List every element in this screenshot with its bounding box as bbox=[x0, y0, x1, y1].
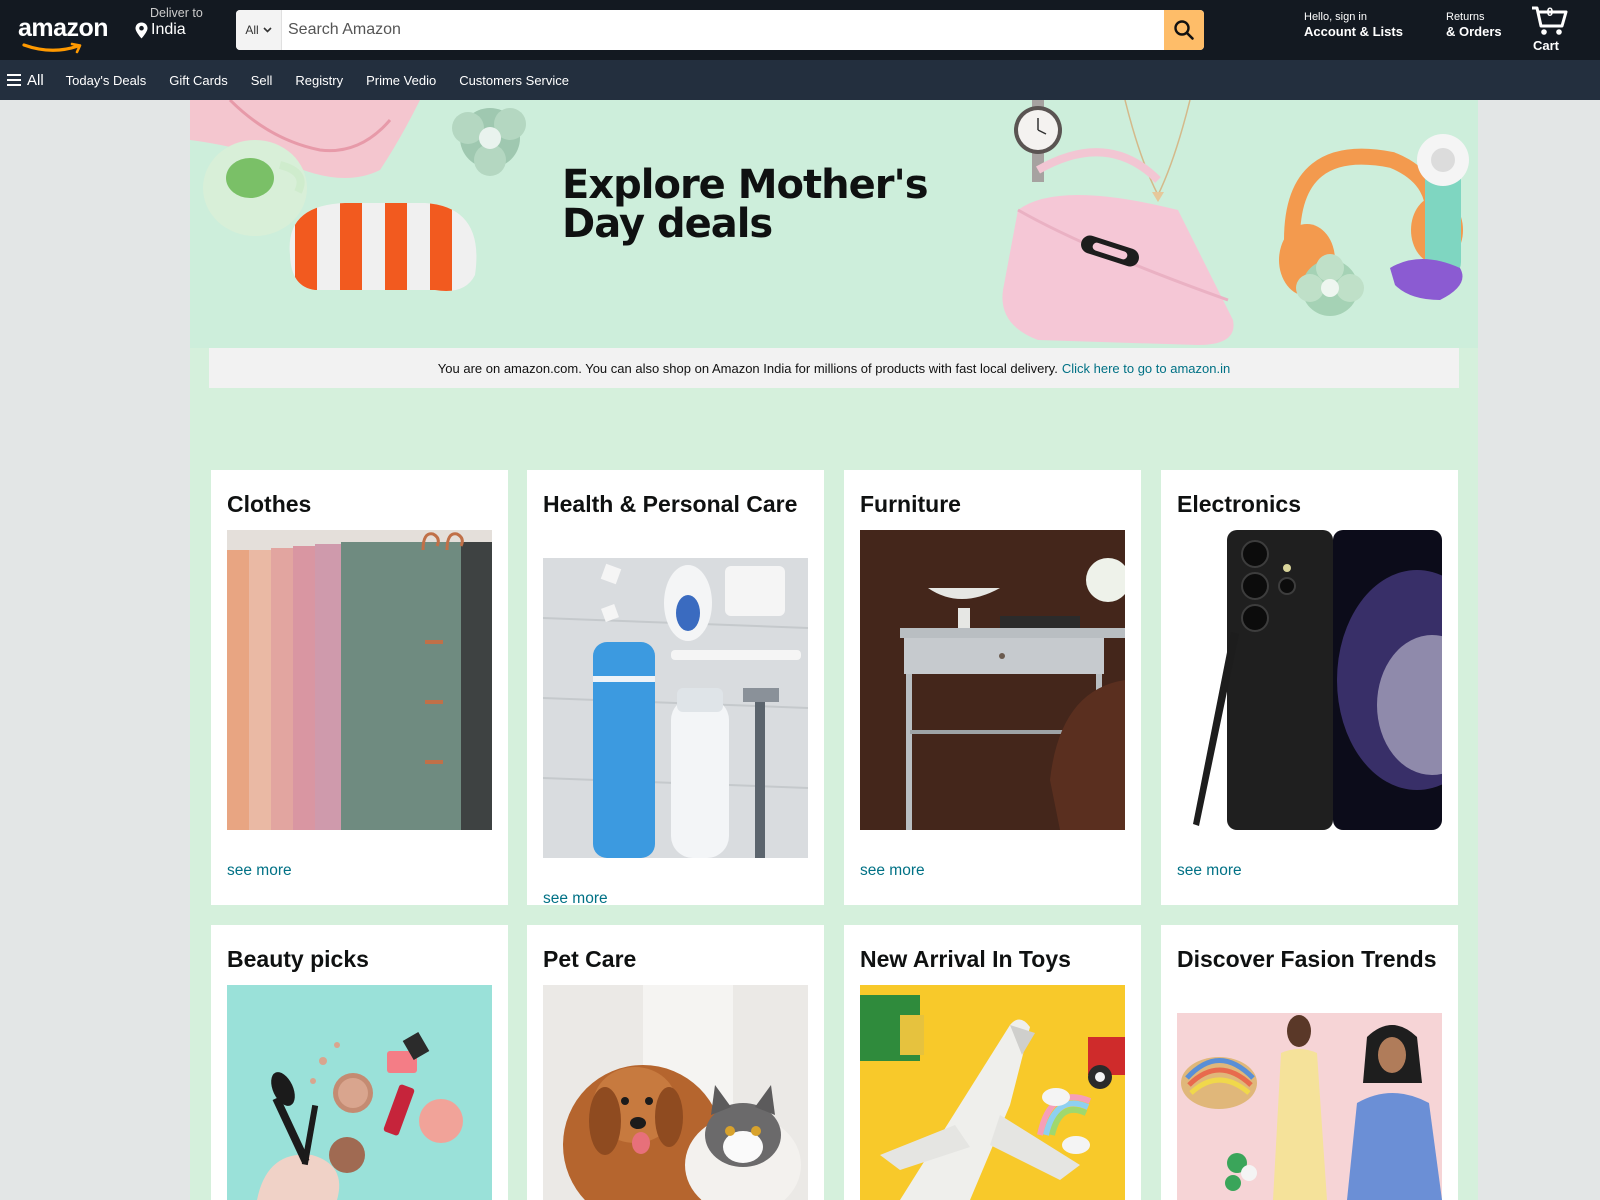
see-more-link[interactable]: see more bbox=[860, 862, 925, 880]
pet-care-image[interactable] bbox=[543, 985, 808, 1200]
search-category-label: All bbox=[245, 23, 259, 37]
search-bar: All bbox=[236, 10, 1204, 50]
returns-label: Returns bbox=[1446, 11, 1485, 23]
search-category-select[interactable]: All bbox=[236, 10, 282, 50]
all-menu-button[interactable]: All bbox=[7, 72, 44, 89]
nav-customer-service[interactable]: Customers Service bbox=[459, 73, 569, 88]
cart-button[interactable]: 0 Cart bbox=[1530, 4, 1580, 56]
nav-registry[interactable]: Registry bbox=[295, 73, 343, 88]
orders-label: & Orders bbox=[1446, 24, 1502, 39]
electronics-image[interactable] bbox=[1177, 530, 1442, 830]
deliver-location-text: India bbox=[151, 21, 186, 38]
see-more-link[interactable]: see more bbox=[543, 890, 608, 908]
clothes-image[interactable] bbox=[227, 530, 492, 830]
sub-nav: All Today's Deals Gift Cards Sell Regist… bbox=[0, 60, 1600, 100]
main-content: Explore Mother's Day deals You are on am… bbox=[190, 100, 1478, 1200]
category-card-electronics[interactable]: Electronics see more bbox=[1161, 470, 1458, 905]
card-title: Discover Fasion Trends bbox=[1177, 946, 1437, 972]
furniture-image[interactable] bbox=[860, 530, 1125, 830]
category-card-pet-care[interactable]: Pet Care bbox=[527, 925, 824, 1200]
nav-prime-video[interactable]: Prime Vedio bbox=[366, 73, 436, 88]
see-more-link[interactable]: see more bbox=[1177, 862, 1242, 880]
amazon-logo[interactable]: amazon bbox=[18, 14, 114, 54]
search-button[interactable] bbox=[1164, 10, 1204, 50]
chevron-down-icon bbox=[263, 27, 272, 33]
category-card-furniture[interactable]: Furniture see more bbox=[844, 470, 1141, 905]
account-lists[interactable]: Hello, sign in Account & Lists bbox=[1304, 10, 1414, 39]
category-card-health[interactable]: Health & Personal Care see more bbox=[527, 470, 824, 908]
account-label: Account & Lists bbox=[1304, 24, 1403, 39]
card-title: Electronics bbox=[1177, 491, 1301, 517]
nav-gift-cards[interactable]: Gift Cards bbox=[169, 73, 228, 88]
health-image[interactable] bbox=[543, 558, 808, 858]
card-title: Beauty picks bbox=[227, 946, 369, 972]
notice-link[interactable]: Click here to go to amazon.in bbox=[1062, 361, 1230, 376]
card-title: Clothes bbox=[227, 491, 312, 517]
category-card-clothes[interactable]: Clothes see more bbox=[211, 470, 508, 905]
account-greeting: Hello, sign in bbox=[1304, 11, 1367, 23]
hamburger-icon bbox=[7, 74, 21, 86]
card-title: Health & Personal Care bbox=[543, 491, 798, 517]
category-card-toys[interactable]: New Arrival In Toys bbox=[844, 925, 1141, 1200]
search-icon bbox=[1174, 20, 1194, 40]
deliver-to[interactable]: Deliver to India bbox=[135, 6, 215, 39]
hero-title-line2: Day deals bbox=[562, 201, 773, 247]
location-pin-icon bbox=[135, 22, 148, 38]
category-card-fashion[interactable]: Discover Fasion Trends bbox=[1161, 925, 1458, 1200]
notice-text: You are on amazon.com. You can also shop… bbox=[437, 360, 1058, 376]
see-more-link[interactable]: see more bbox=[227, 862, 292, 880]
deliver-label: Deliver to bbox=[150, 6, 203, 20]
card-title: Pet Care bbox=[543, 946, 637, 972]
top-nav: amazon Deliver to India All H bbox=[0, 0, 1600, 60]
beauty-image[interactable] bbox=[227, 985, 492, 1200]
returns-orders[interactable]: Returns & Orders bbox=[1446, 10, 1506, 39]
hero-banner[interactable]: Explore Mother's Day deals bbox=[190, 100, 1478, 348]
nav-todays-deals[interactable]: Today's Deals bbox=[66, 73, 147, 88]
logo-text: amazon bbox=[18, 14, 109, 42]
locale-notice: You are on amazon.com. You can also shop… bbox=[209, 348, 1459, 388]
card-title: New Arrival In Toys bbox=[860, 946, 1071, 972]
all-menu-label: All bbox=[27, 71, 44, 89]
deliver-location: India bbox=[135, 21, 215, 39]
toys-image[interactable] bbox=[860, 985, 1125, 1200]
fashion-image[interactable] bbox=[1177, 1013, 1442, 1200]
category-card-beauty[interactable]: Beauty picks bbox=[211, 925, 508, 1200]
logo-smile-icon bbox=[22, 42, 82, 54]
search-input[interactable] bbox=[282, 10, 1164, 50]
cart-label: Cart bbox=[1533, 38, 1560, 53]
hero-title: Explore Mother's Day deals bbox=[562, 165, 929, 247]
card-title: Furniture bbox=[860, 491, 961, 517]
nav-sell[interactable]: Sell bbox=[251, 73, 273, 88]
cart-count: 0 bbox=[1546, 5, 1554, 19]
